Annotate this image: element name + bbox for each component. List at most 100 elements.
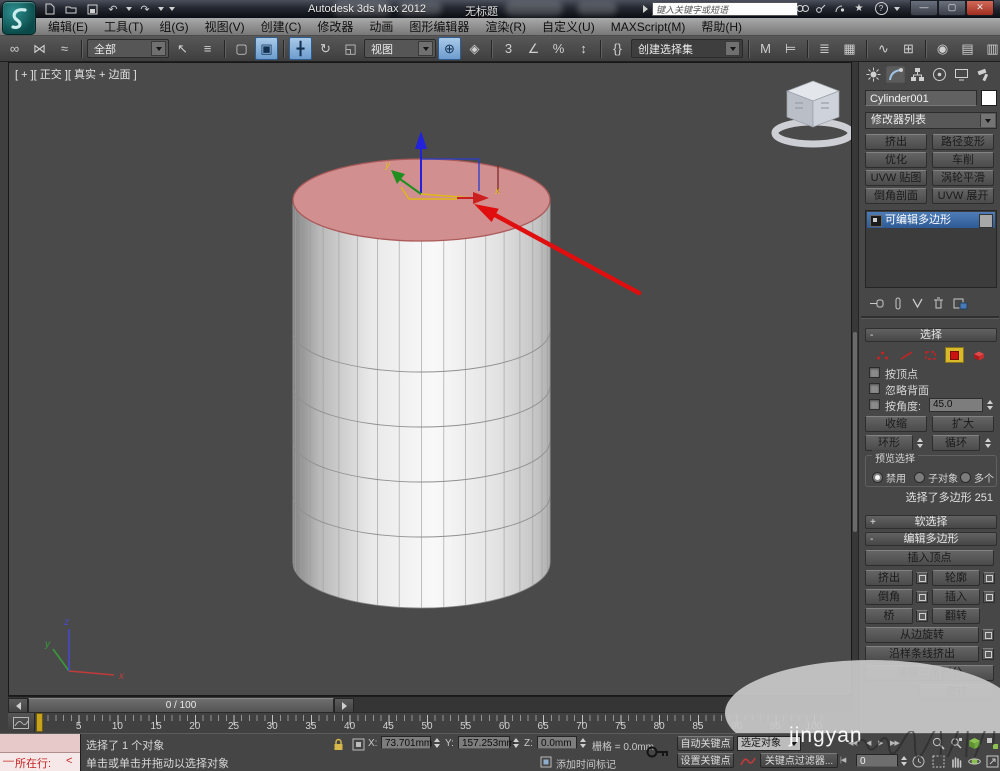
help-icon[interactable]: ? <box>873 2 889 15</box>
menu-item[interactable]: 修改器 <box>309 18 361 36</box>
select-by-name-icon[interactable]: ≡ <box>196 37 219 60</box>
menu-item[interactable]: 帮助(H) <box>693 18 750 36</box>
select-and-link-icon[interactable]: ∞ <box>3 37 26 60</box>
settings-icon[interactable] <box>983 591 995 603</box>
show-end-result-icon[interactable] <box>894 297 902 310</box>
subscription-icon[interactable] <box>832 2 848 15</box>
layer-manager-icon[interactable]: ≣ <box>813 37 836 60</box>
select-object-icon[interactable]: ↖ <box>171 37 194 60</box>
settings-icon[interactable] <box>916 572 928 584</box>
modifier-set-button[interactable]: UVW 贴图 <box>865 170 927 186</box>
shrink-button[interactable]: 收缩 <box>865 416 927 432</box>
menu-item[interactable]: MAXScript(M) <box>603 18 694 36</box>
select-and-scale-icon[interactable]: ◱ <box>339 37 362 60</box>
reference-coordinate-dropdown[interactable]: 视图 <box>364 39 436 58</box>
key-filters-button[interactable]: 关键点过滤器... <box>760 753 838 768</box>
current-frame-marker[interactable] <box>36 713 43 732</box>
minimize-button[interactable]: — <box>910 0 938 16</box>
menu-item[interactable]: 视图(V) <box>197 18 253 36</box>
pin-stack-icon[interactable] <box>869 297 885 310</box>
edit-named-selection-sets-icon[interactable]: {} <box>606 37 629 60</box>
named-selection-sets-dropdown[interactable]: 创建选择集 <box>631 39 743 58</box>
key-mode-toggle-icon[interactable]: |◀ <box>840 756 845 764</box>
tab-modify-icon[interactable] <box>885 65 906 84</box>
spinner-snap-icon[interactable]: ↕ <box>572 37 595 60</box>
preview-option[interactable]: 子对象 <box>914 470 958 485</box>
percent-snap-icon[interactable]: % <box>547 37 570 60</box>
angle-snap-icon[interactable]: ∠ <box>522 37 545 60</box>
close-button[interactable]: ✕ <box>966 0 994 16</box>
settings-icon[interactable] <box>916 610 928 622</box>
select-and-manipulate-icon[interactable]: ◈ <box>463 37 486 60</box>
search-help-icon[interactable] <box>794 2 810 15</box>
listener-pink-line[interactable] <box>0 734 80 753</box>
menu-item[interactable]: 渲染(R) <box>477 18 534 36</box>
stack-item-editable-poly[interactable]: 可编辑多边形 <box>867 212 995 228</box>
ignore-backfacing-checkbox[interactable] <box>869 383 880 394</box>
modifier-set-button[interactable]: 路径变形 <box>932 134 994 150</box>
rectangular-selection-region-icon[interactable]: ▢ <box>230 37 253 60</box>
extrude-spline-settings-icon[interactable] <box>982 648 994 660</box>
edit-poly-button[interactable]: 倒角 <box>865 589 913 605</box>
unlink-selection-icon[interactable]: ⋈ <box>28 37 51 60</box>
select-and-move-icon[interactable]: ╋ <box>289 37 312 60</box>
help-dropdown-icon[interactable] <box>894 7 900 11</box>
maximize-button[interactable]: ▢ <box>938 0 966 16</box>
rollout-soft-selection[interactable]: +软选择 <box>865 515 997 529</box>
modifier-set-button[interactable]: 车削 <box>932 152 994 168</box>
grow-button[interactable]: 扩大 <box>932 416 994 432</box>
tab-utilities-icon[interactable] <box>973 65 994 84</box>
preview-radio-icon[interactable] <box>960 472 971 483</box>
rollout-edit-polygons[interactable]: -编辑多边形 <box>865 532 997 546</box>
tab-create-icon[interactable] <box>863 65 884 84</box>
by-angle-checkbox[interactable] <box>869 399 880 410</box>
loop-spinner[interactable] <box>983 436 992 449</box>
menu-item[interactable]: 创建(C) <box>253 18 310 36</box>
snap-toggle-3d-icon[interactable]: 3 <box>497 37 520 60</box>
maxscript-mini-listener[interactable]: — 所在行: < <box>0 734 81 771</box>
menu-item[interactable]: 动画 <box>361 18 401 36</box>
absolute-offset-toggle-icon[interactable] <box>350 736 366 752</box>
material-editor-icon[interactable]: ◉ <box>931 37 954 60</box>
edit-poly-button[interactable]: 翻转 <box>932 608 980 624</box>
hinge-from-edge-button[interactable]: 从边旋转 <box>865 627 979 643</box>
viewcube[interactable] <box>775 81 851 144</box>
object-color-swatch[interactable] <box>981 90 997 106</box>
redo-dropdown-icon[interactable] <box>158 7 164 11</box>
search-input[interactable] <box>652 2 798 16</box>
search-flyout-icon[interactable] <box>643 5 648 13</box>
menu-item[interactable]: 组(G) <box>151 18 196 36</box>
open-file-icon[interactable] <box>63 2 79 16</box>
redo-icon[interactable]: ↷ <box>137 2 153 16</box>
tab-display-icon[interactable] <box>951 65 972 84</box>
preview-radio-icon[interactable] <box>872 472 883 483</box>
polygon-subobject-icon[interactable] <box>945 347 964 363</box>
edit-poly-button[interactable]: 插入 <box>932 589 980 605</box>
loop-button[interactable]: 循环 <box>932 435 980 451</box>
ring-spinner[interactable] <box>915 436 924 449</box>
use-pivot-center-icon[interactable]: ⊕ <box>438 37 461 60</box>
tab-hierarchy-icon[interactable] <box>907 65 928 84</box>
vertex-subobject-icon[interactable] <box>873 347 892 363</box>
border-subobject-icon[interactable] <box>921 347 940 363</box>
settings-icon[interactable] <box>983 572 995 584</box>
graphite-ribbon-icon[interactable]: ▦ <box>838 37 861 60</box>
stack-item-toggle-icon[interactable] <box>979 214 993 228</box>
set-key-button[interactable]: 设置关键点 <box>677 753 734 768</box>
modifier-list-dropdown[interactable]: 修改器列表 <box>865 112 997 129</box>
set-keys-key-icon[interactable] <box>645 740 671 764</box>
rendered-frame-icon[interactable]: ▥ <box>981 37 1000 60</box>
edit-poly-button[interactable]: 轮廓 <box>932 570 980 586</box>
gizmo-z-axis-icon[interactable] <box>415 131 427 149</box>
viewport[interactable]: [ + ][ 正交 ][ 真实 + 边面 ] <box>8 62 852 696</box>
menu-item[interactable]: 自定义(U) <box>534 18 603 36</box>
window-crossing-icon[interactable]: ▣ <box>255 37 278 60</box>
x-coord-field[interactable]: 73.701mm <box>381 736 431 749</box>
insert-vertex-button[interactable]: 插入顶点 <box>865 550 994 566</box>
modifier-stack-list[interactable]: 可编辑多边形 <box>865 210 997 288</box>
auto-key-button[interactable]: 自动关键点 <box>677 736 734 751</box>
quick-access-customize-icon[interactable] <box>169 7 175 11</box>
modifier-set-button[interactable]: 涡轮平滑 <box>932 170 994 186</box>
angle-spinner[interactable] <box>985 398 994 411</box>
bind-to-space-warp-icon[interactable]: ≈ <box>53 37 76 60</box>
